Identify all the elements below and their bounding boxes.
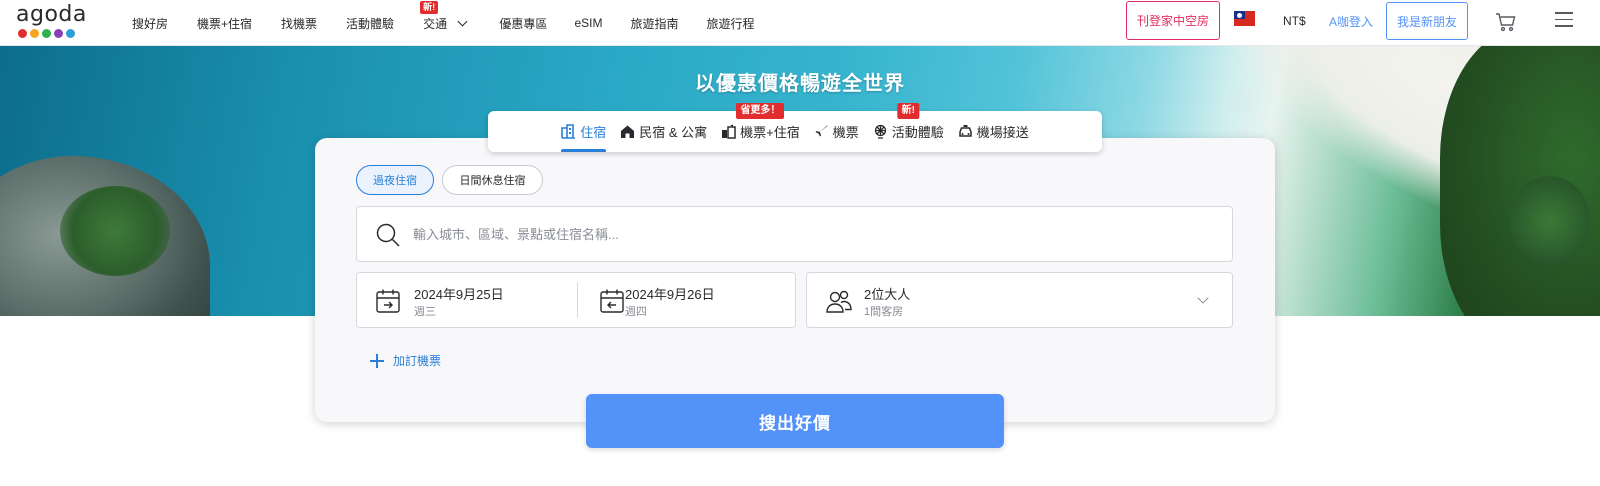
calendar-check-in-icon (375, 288, 401, 314)
nav-item-esim[interactable]: eSIM (574, 16, 602, 30)
plus-icon (370, 353, 384, 368)
hero-title: 以優惠價格暢遊全世界 (695, 73, 905, 95)
tab-flight-hotel[interactable]: 省更多！ 機票+住宿 (721, 103, 800, 152)
chevron-down-icon (1197, 292, 1209, 304)
tab-homes[interactable]: 民宿 & 公寓 (620, 111, 707, 152)
date-range-field[interactable]: 2024年9月25日 週三 2024年9月26日 週四 (356, 272, 796, 328)
check-in-weekday: 週三 (414, 306, 436, 318)
car-icon (958, 124, 973, 139)
calendar-check-out-icon (599, 288, 625, 314)
add-flight-label: 加訂機票 (393, 354, 442, 368)
home-icon (620, 124, 635, 139)
tab-label: 機票 (832, 125, 859, 140)
nav-item-flights[interactable]: 找機票 (281, 15, 317, 32)
nav-item-deals[interactable]: 優惠專區 (499, 15, 547, 32)
logo-dots (18, 29, 82, 38)
new-badge: 新! (420, 0, 439, 14)
logo-text: agoda (16, 2, 87, 27)
nav-item-packages[interactable]: 機票+住宿 (197, 15, 252, 32)
nav-item-transport-label: 交通 (423, 16, 448, 31)
nav-item-transport[interactable]: 新! 交通 (420, 0, 468, 32)
ferris-wheel-icon (873, 124, 888, 139)
plane-icon (814, 124, 829, 139)
tab-label: 住宿 (580, 125, 607, 140)
taiwan-flag-icon[interactable] (1234, 11, 1255, 26)
logo-dot (66, 29, 75, 38)
destination-field[interactable] (356, 206, 1233, 262)
logo-dot (54, 29, 63, 38)
day-use-stay-toggle[interactable]: 日間休息住宿 (442, 165, 543, 195)
main-nav: 搜好房 機票+住宿 找機票 活動體驗 新! 交通 優惠專區 eSIM 旅遊指南 … (132, 0, 754, 46)
hero-cliff-vegetation (60, 186, 170, 276)
flight-hotel-icon (721, 124, 736, 139)
tab-label: 民宿 & 公寓 (639, 125, 708, 140)
nav-item-travel-guides[interactable]: 旅遊指南 (630, 15, 678, 32)
hamburger-menu-icon[interactable] (1555, 12, 1573, 28)
cart-icon[interactable] (1495, 12, 1517, 32)
logo-dot (42, 29, 51, 38)
hotel-icon (561, 124, 576, 139)
agoda-logo[interactable]: agoda (16, 2, 87, 40)
overnight-stay-toggle[interactable]: 過夜住宿 (356, 165, 434, 195)
guests-icon (825, 288, 853, 314)
logo-dot (30, 29, 39, 38)
top-header: agoda 搜好房 機票+住宿 找機票 活動體驗 新! 交通 優惠專區 eSIM… (0, 0, 1600, 46)
chevron-down-icon (457, 16, 468, 26)
tab-activities[interactable]: 新! 活動體驗 (873, 103, 944, 152)
nav-item-itineraries[interactable]: 旅遊行程 (706, 15, 754, 32)
product-tabs: 住宿 民宿 & 公寓 省更多！ 機票+住宿 機票 新! 活動體驗 機場接送 (488, 103, 1102, 152)
tab-label: 機票+住宿 (740, 125, 800, 140)
search-card: 過夜住宿 日間休息住宿 2024年9月25日 週三 2024年9月26日 週四 … (315, 138, 1275, 422)
tab-label: 機場接送 (976, 125, 1029, 140)
destination-input[interactable] (413, 207, 1213, 261)
save-more-badge: 省更多！ (736, 103, 785, 119)
new-badge: 新! (897, 103, 919, 119)
hero-forest-patch (1510, 176, 1590, 266)
search-icon (375, 222, 401, 248)
check-out-weekday: 週四 (625, 306, 647, 318)
login-link[interactable]: A咖登入 (1329, 13, 1373, 30)
currency-selector[interactable]: NT$ (1283, 14, 1306, 28)
add-flight-button[interactable]: 加訂機票 (370, 352, 441, 369)
guests-summary: 2位大人 (864, 287, 911, 302)
search-button[interactable]: 搜出好價 (586, 394, 1004, 448)
check-out-field[interactable]: 2024年9月26日 週四 (587, 273, 797, 327)
list-property-button[interactable]: 刊登家中空房 (1126, 1, 1220, 40)
nav-item-hotels[interactable]: 搜好房 (132, 15, 168, 32)
rooms-summary: 1間客房 (864, 306, 904, 318)
signup-button[interactable]: 我是新朋友 (1386, 2, 1468, 40)
guests-selector[interactable]: 2位大人 1間客房 (806, 272, 1233, 328)
tab-airport-transfer[interactable]: 機場接送 (958, 111, 1029, 152)
tab-flights[interactable]: 機票 (814, 111, 859, 152)
check-in-field[interactable]: 2024年9月25日 週三 (357, 273, 567, 327)
nav-item-activities[interactable]: 活動體驗 (346, 15, 394, 32)
flag-sun (1237, 13, 1242, 18)
logo-dot (18, 29, 27, 38)
check-out-date: 2024年9月26日 (625, 287, 715, 302)
check-in-date: 2024年9月25日 (414, 287, 504, 302)
date-divider (577, 282, 578, 318)
tab-label: 活動體驗 (891, 125, 944, 140)
tab-hotels[interactable]: 住宿 (561, 111, 607, 152)
